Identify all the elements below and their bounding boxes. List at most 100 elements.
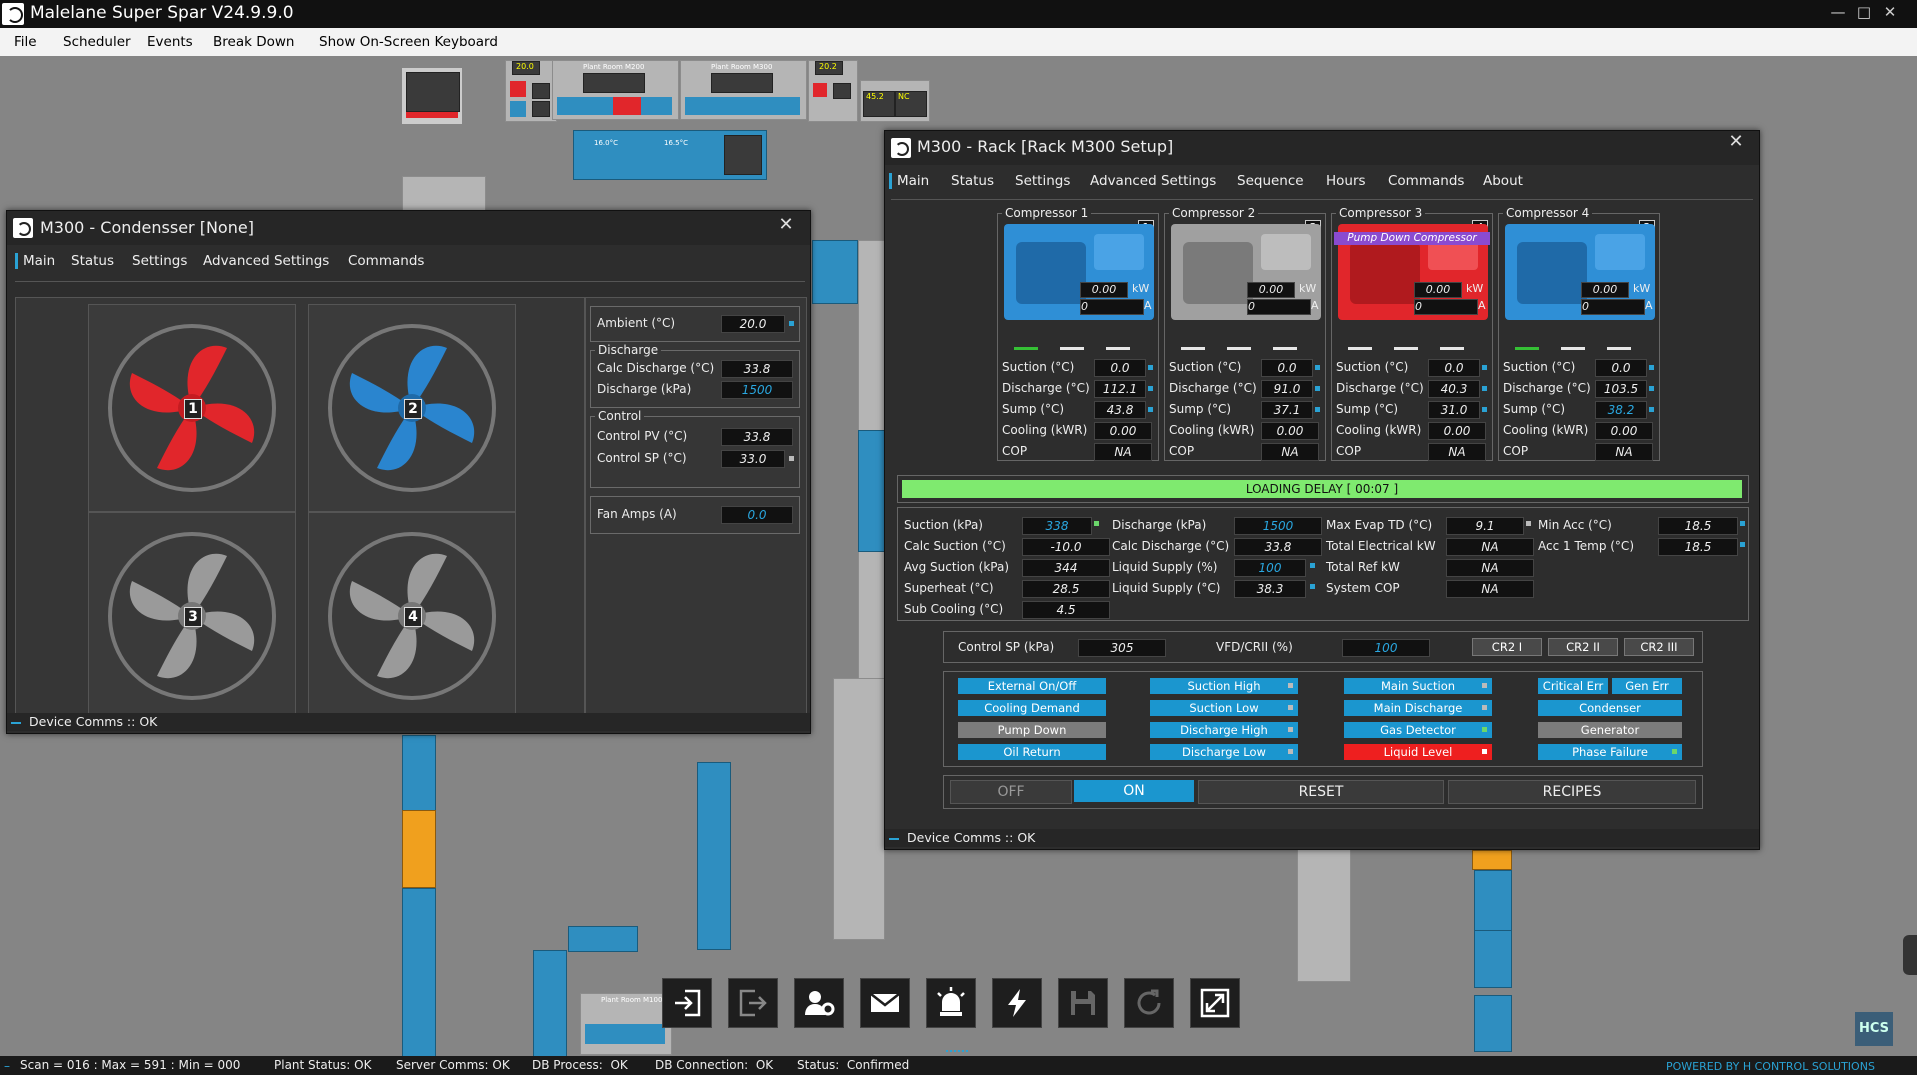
- pump-down[interactable]: Pump Down: [958, 722, 1106, 738]
- condenser[interactable]: Condenser: [1538, 700, 1682, 716]
- tab-status[interactable]: Status: [71, 253, 114, 269]
- fan-4[interactable]: 4: [308, 512, 516, 720]
- tab-main[interactable]: Main: [15, 253, 55, 269]
- menu-events[interactable]: Events: [147, 34, 193, 50]
- compressor-amps: 0: [1247, 299, 1311, 315]
- tab-status[interactable]: Status: [951, 173, 994, 189]
- tab-advanced-settings[interactable]: Advanced Settings: [1090, 173, 1216, 189]
- tab-main[interactable]: Main: [889, 173, 929, 189]
- lightning-icon[interactable]: [992, 978, 1042, 1028]
- device-tile[interactable]: [402, 810, 436, 888]
- tab-sequence[interactable]: Sequence: [1237, 173, 1304, 189]
- gas-detector[interactable]: Gas Detector: [1344, 722, 1492, 738]
- user-settings-icon[interactable]: [794, 978, 844, 1028]
- tab-settings[interactable]: Settings: [132, 253, 187, 269]
- cr2-iii-button[interactable]: CR2 III: [1624, 638, 1694, 656]
- stage-bar: [1515, 347, 1539, 350]
- confirm-status: Status: Confirmed: [797, 1058, 910, 1072]
- discharge-low[interactable]: Discharge Low: [1150, 744, 1298, 760]
- device-tile[interactable]: [1474, 930, 1512, 988]
- close-icon[interactable]: ✕: [1872, 0, 1908, 26]
- fan-2[interactable]: 2: [308, 304, 516, 512]
- generator[interactable]: Generator: [1538, 722, 1682, 738]
- control-sp-value[interactable]: 305: [1078, 639, 1166, 657]
- liquid-level[interactable]: Liquid Level: [1344, 744, 1492, 760]
- compressor-2[interactable]: Compressor 2 3 0.00 kW 0 A Suction (°C) …: [1164, 206, 1326, 461]
- suction-low[interactable]: Suction Low: [1150, 700, 1298, 716]
- suction-high[interactable]: Suction High: [1150, 678, 1298, 694]
- device-tile[interactable]: [568, 926, 638, 952]
- close-icon[interactable]: ✕: [1723, 132, 1749, 154]
- orange-block: [1472, 850, 1512, 870]
- login-icon[interactable]: [662, 978, 712, 1028]
- phase-failure[interactable]: Phase Failure: [1538, 744, 1682, 760]
- device-tile[interactable]: [402, 735, 436, 812]
- plant-tile-2[interactable]: 20.2: [808, 60, 858, 122]
- stage-bar: [1607, 347, 1631, 350]
- discharge-label: Discharge (°C): [1002, 381, 1090, 395]
- oil-return[interactable]: Oil Return: [958, 744, 1106, 760]
- reset-button[interactable]: RESET: [1198, 780, 1444, 804]
- refresh-icon[interactable]: [1124, 978, 1174, 1028]
- suction-value: 0.0: [1261, 359, 1313, 377]
- expand-icon[interactable]: [1190, 978, 1240, 1028]
- menu-onscreen-keyboard[interactable]: Show On-Screen Keyboard: [319, 34, 498, 50]
- plant-room-m100-tile[interactable]: Plant Room M100: [580, 993, 672, 1055]
- compressor-kw: 0.00: [1581, 282, 1629, 298]
- recipes-button[interactable]: RECIPES: [1448, 780, 1696, 804]
- cold-room-tile[interactable]: 16.0°C 16.5°C: [573, 130, 767, 180]
- compressor-3[interactable]: Compressor 3 4 Pump Down Compressor 0.00…: [1331, 206, 1493, 461]
- tab-about[interactable]: About: [1483, 173, 1523, 189]
- discharge-label: Discharge (°C): [1503, 381, 1591, 395]
- energy-management-panel[interactable]: [402, 68, 462, 124]
- device-tile[interactable]: [1474, 870, 1512, 932]
- main-suction[interactable]: Main Suction: [1344, 678, 1492, 694]
- tab-settings[interactable]: Settings: [1015, 173, 1070, 189]
- gen-err[interactable]: Gen Err: [1612, 678, 1682, 694]
- fan-3[interactable]: 3: [88, 512, 296, 720]
- menu-file[interactable]: File: [14, 34, 37, 50]
- condenser-comms-status: Device Comms :: OK: [29, 714, 158, 729]
- cooling-demand[interactable]: Cooling Demand: [958, 700, 1106, 716]
- tab-commands[interactable]: Commands: [348, 253, 424, 269]
- cr2-ii-button[interactable]: CR2 II: [1548, 638, 1618, 656]
- plant-room-m300-tile[interactable]: Plant Room M300: [680, 60, 807, 120]
- alarm-indicator: [1288, 705, 1293, 710]
- plant-tile[interactable]: 20.0: [505, 60, 557, 122]
- critical-err[interactable]: Critical Err: [1538, 678, 1608, 694]
- menu-scheduler[interactable]: Scheduler: [63, 34, 131, 50]
- plant-room-m200-tile[interactable]: Plant Room M200: [552, 60, 679, 120]
- discharge-high[interactable]: Discharge High: [1150, 722, 1298, 738]
- fan-number: 1: [184, 399, 202, 419]
- device-tile[interactable]: [697, 762, 731, 950]
- mail-icon[interactable]: [860, 978, 910, 1028]
- tab-advanced-settings[interactable]: Advanced Settings: [203, 253, 329, 269]
- external-on-off[interactable]: External On/Off: [958, 678, 1106, 694]
- control-sp-value[interactable]: 33.0: [721, 450, 785, 468]
- save-icon[interactable]: [1058, 978, 1108, 1028]
- off-button[interactable]: OFF: [950, 780, 1072, 804]
- tab-commands[interactable]: Commands: [1388, 173, 1464, 189]
- sump-label: Sump (°C): [1002, 402, 1065, 416]
- indicator: [1482, 365, 1487, 370]
- compressor-1[interactable]: Compressor 1 1 0.00 kW 0 A Suction (°C) …: [997, 206, 1159, 461]
- side-panel-toggle[interactable]: [1903, 935, 1917, 975]
- main-discharge[interactable]: Main Discharge: [1344, 700, 1492, 716]
- device-tile[interactable]: [402, 888, 436, 1060]
- a-unit: A: [1311, 299, 1319, 312]
- cr2-i-button[interactable]: CR2 I: [1472, 638, 1542, 656]
- device-tile[interactable]: [1474, 995, 1512, 1052]
- logout-icon[interactable]: [728, 978, 778, 1028]
- fan-1[interactable]: 1: [88, 304, 296, 512]
- on-button[interactable]: ON: [1074, 780, 1194, 802]
- plant-status: Plant Status: OK: [274, 1058, 372, 1072]
- server-comms-status: Server Comms: OK: [396, 1058, 510, 1072]
- close-icon[interactable]: ✕: [773, 215, 799, 237]
- compressor-4[interactable]: Compressor 4 2 0.00 kW 0 A Suction (°C) …: [1498, 206, 1660, 461]
- heat-exchanger-tile[interactable]: 45.2 NC: [860, 80, 930, 122]
- tab-hours[interactable]: Hours: [1326, 173, 1366, 189]
- alarm-icon[interactable]: [926, 978, 976, 1028]
- device-tile[interactable]: [533, 950, 567, 1057]
- status-mark: –: [4, 1059, 10, 1073]
- menu-break-down[interactable]: Break Down: [213, 34, 294, 50]
